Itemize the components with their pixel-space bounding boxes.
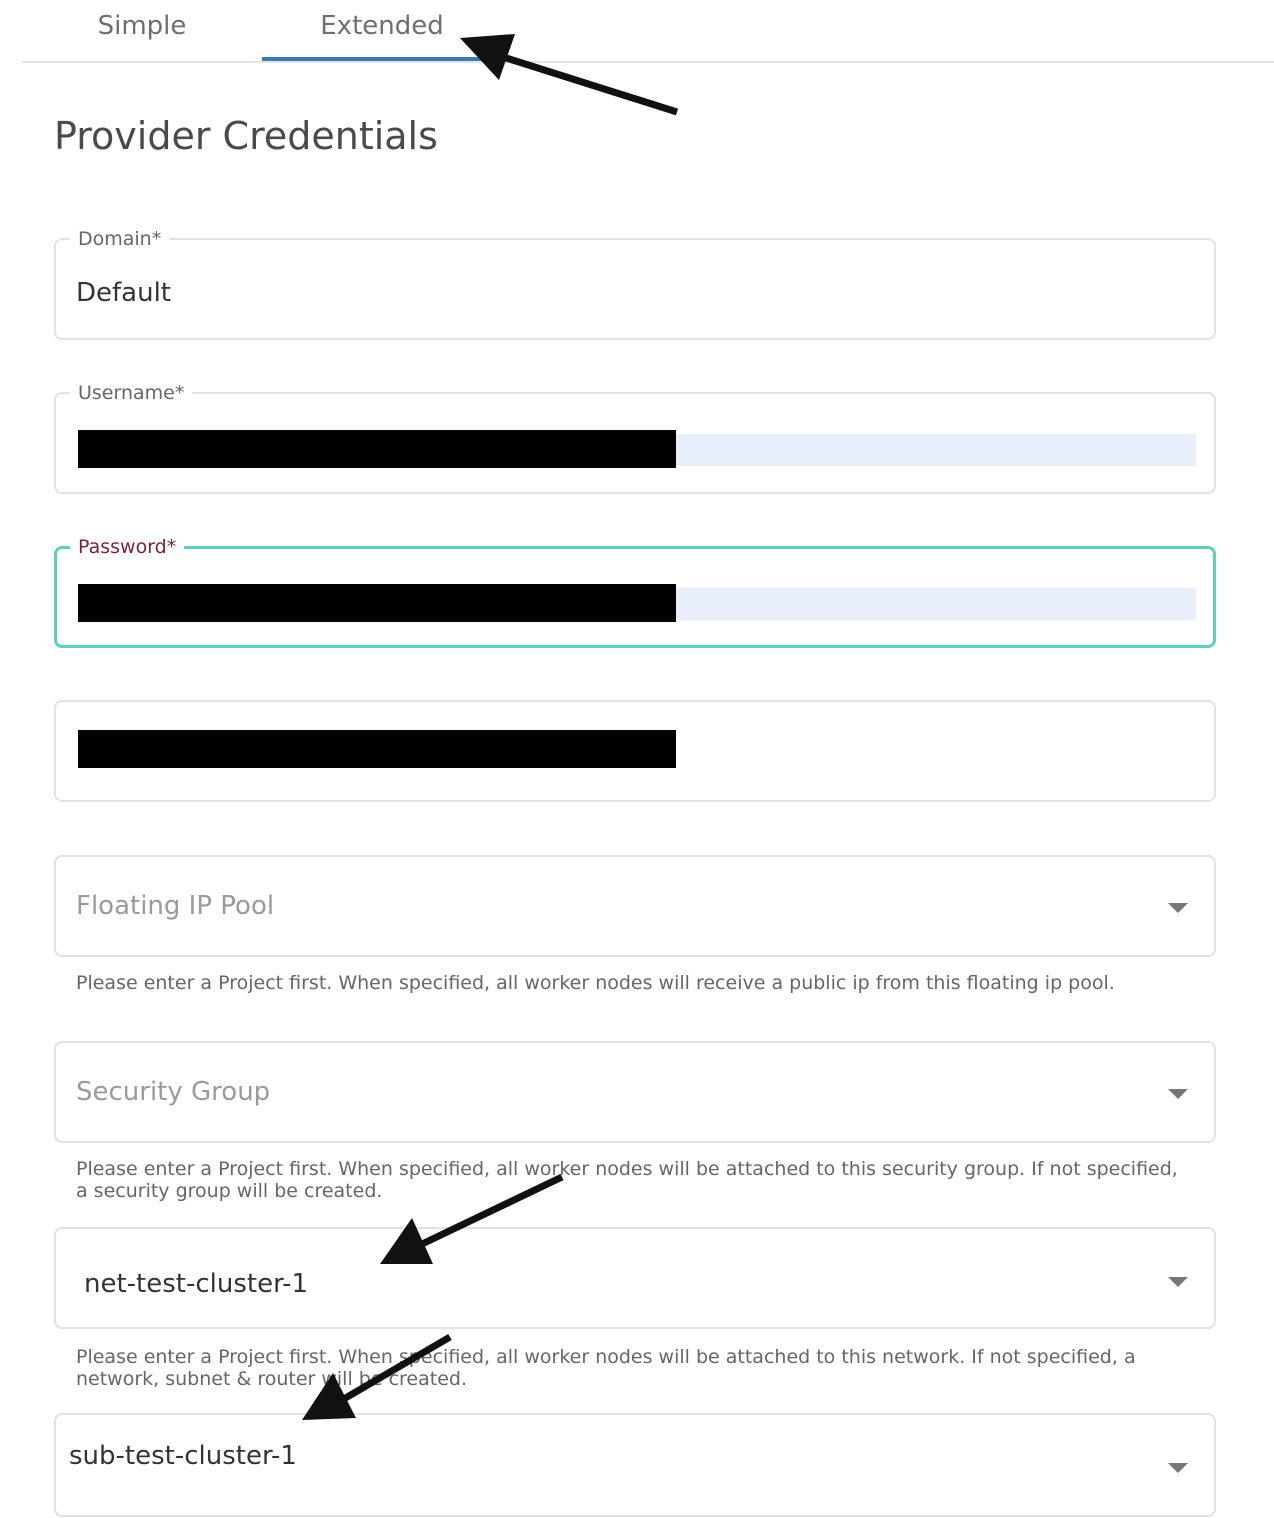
subnet-value: sub-test-cluster-1: [69, 1441, 297, 1471]
password-redacted-value: [78, 584, 676, 622]
subnet-select[interactable]: sub-test-cluster-1: [54, 1413, 1216, 1517]
caret-down-icon[interactable]: [1168, 1277, 1188, 1287]
password-field[interactable]: Password*: [54, 534, 1216, 648]
tab-simple[interactable]: Simple: [62, 0, 222, 61]
project-redacted-value: [78, 730, 676, 768]
network-help: Please enter a Project first. When speci…: [76, 1346, 1136, 1390]
project-field[interactable]: [54, 700, 1216, 802]
username-label: Username*: [70, 380, 193, 406]
floating-ip-pool-select[interactable]: Floating IP Pool: [54, 855, 1216, 957]
domain-field[interactable]: Domain* Default: [54, 226, 1216, 340]
security-group-select[interactable]: Security Group: [54, 1041, 1216, 1143]
security-group-help: Please enter a Project first. When speci…: [76, 1158, 1178, 1202]
floating-ip-pool-placeholder: Floating IP Pool: [76, 891, 275, 921]
active-tab-indicator: [262, 57, 502, 61]
username-field[interactable]: Username*: [54, 380, 1216, 494]
page-title: Provider Credentials: [54, 114, 438, 158]
tab-bar: Simple Extended: [22, 0, 1274, 63]
network-select[interactable]: net-test-cluster-1: [54, 1227, 1216, 1329]
domain-value[interactable]: Default: [76, 278, 171, 308]
floating-ip-pool-help: Please enter a Project first. When speci…: [76, 972, 1115, 994]
domain-label: Domain*: [70, 226, 170, 252]
network-value: net-test-cluster-1: [84, 1269, 309, 1299]
password-label: Password*: [70, 534, 185, 560]
security-group-placeholder: Security Group: [76, 1077, 271, 1107]
caret-down-icon[interactable]: [1168, 903, 1188, 913]
username-redacted-value: [78, 430, 676, 468]
caret-down-icon[interactable]: [1168, 1089, 1188, 1099]
tab-extended[interactable]: Extended: [262, 0, 502, 61]
caret-down-icon[interactable]: [1168, 1463, 1188, 1473]
